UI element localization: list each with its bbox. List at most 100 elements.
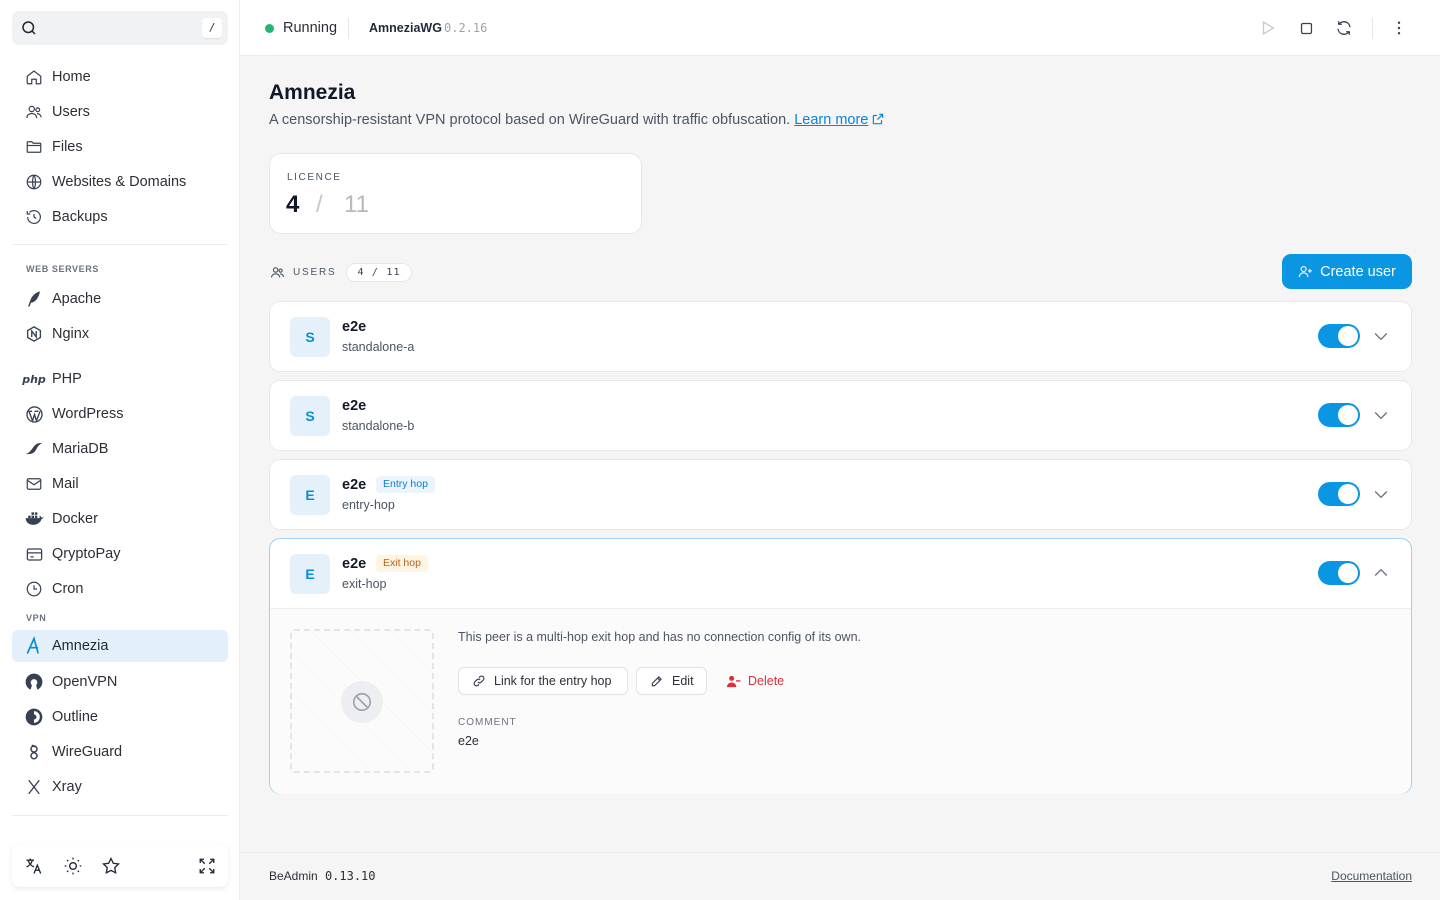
sidebar-item-label: Users <box>52 104 90 120</box>
service-version: 0.2.16 <box>444 21 488 35</box>
mariadb-icon <box>24 439 44 459</box>
enabled-toggle[interactable] <box>1318 403 1360 427</box>
search-icon <box>20 19 38 37</box>
peer-note: This peer is a multi-hop exit hop and ha… <box>458 630 862 644</box>
fullscreen-icon[interactable] <box>196 855 218 877</box>
sidebar-item-mariadb[interactable]: MariaDB <box>12 433 228 465</box>
footer-brand: BeAdmin 0.13.10 <box>269 869 376 883</box>
entry-hop-link-button[interactable]: Link for the entry hop <box>458 667 628 695</box>
page-title: Amnezia <box>269 81 356 104</box>
star-icon[interactable] <box>100 855 122 877</box>
chevron-up-icon[interactable] <box>1371 563 1391 583</box>
sidebar-item-php[interactable]: php PHP <box>12 363 228 395</box>
restart-icon[interactable] <box>1333 17 1355 39</box>
sidebar-item-apache[interactable]: Apache <box>12 283 228 315</box>
licence-card: LICENCE 4 / 11 <box>269 153 642 234</box>
home-icon <box>24 67 44 87</box>
sidebar-divider <box>12 244 228 245</box>
sidebar-item-label: QryptoPay <box>52 546 121 562</box>
user-card[interactable]: E e2e Entry hop entry-hop <box>269 459 1412 530</box>
section-web-servers: WEB SERVERS <box>26 264 99 274</box>
sidebar-item-users[interactable]: Users <box>12 96 228 128</box>
play-icon[interactable] <box>1257 17 1279 39</box>
sidebar-item-qryptopay[interactable]: QryptoPay <box>12 538 228 570</box>
sidebar-item-cron[interactable]: Cron <box>12 573 228 605</box>
qr-placeholder <box>290 629 434 773</box>
more-icon[interactable] <box>1388 17 1410 39</box>
user-name: e2e <box>342 398 367 414</box>
history-icon <box>24 207 44 227</box>
sidebar-item-openvpn[interactable]: OpenVPN <box>12 666 228 698</box>
sidebar-item-label: WordPress <box>52 406 124 422</box>
docker-icon <box>24 509 44 529</box>
sidebar-item-amnezia[interactable]: Amnezia <box>12 630 228 662</box>
users-count-badge: 4 / 11 <box>346 262 412 282</box>
brand-name: BeAdmin <box>269 869 318 883</box>
stop-icon[interactable] <box>1295 17 1317 39</box>
enabled-toggle[interactable] <box>1318 561 1360 585</box>
clock-icon <box>24 579 44 599</box>
hop-tag: Exit hop <box>376 555 428 572</box>
user-subtitle: standalone-b <box>342 419 415 433</box>
licence-max: 11 <box>344 191 369 218</box>
sidebar-item-label: WireGuard <box>52 744 123 760</box>
chevron-down-icon[interactable] <box>1371 405 1391 425</box>
sidebar-item-label: Xray <box>52 779 82 795</box>
sidebar-item-xray[interactable]: Xray <box>12 771 228 803</box>
sidebar-item-wordpress[interactable]: WordPress <box>12 398 228 430</box>
sidebar-item-outline[interactable]: Outline <box>12 701 228 733</box>
service-name: AmneziaWG <box>369 21 442 35</box>
status-indicator <box>265 24 274 33</box>
translate-icon[interactable] <box>23 855 45 877</box>
section-vpn: VPN <box>26 613 47 623</box>
top-bar: Running AmneziaWG 0.2.16 <box>240 0 1440 56</box>
user-card[interactable]: S e2e standalone-a <box>269 301 1412 372</box>
enabled-toggle[interactable] <box>1318 324 1360 348</box>
user-card-expanded[interactable]: E e2e Exit hop exit-hop This peer is a m… <box>269 538 1412 794</box>
sidebar-item-backups[interactable]: Backups <box>12 201 228 233</box>
sidebar-item-mail[interactable]: Mail <box>12 468 228 500</box>
create-user-button[interactable]: Create user <box>1282 254 1412 289</box>
user-card[interactable]: S e2e standalone-b <box>269 380 1412 451</box>
sidebar-item-label: Apache <box>52 291 102 307</box>
avatar: E <box>290 475 330 515</box>
delete-button[interactable]: Delete <box>726 667 784 695</box>
sidebar-item-label: OpenVPN <box>52 674 118 690</box>
outline-icon <box>24 707 44 727</box>
hop-tag: Entry hop <box>376 476 435 493</box>
user-name: e2e <box>342 319 367 335</box>
sidebar-item-docker[interactable]: Docker <box>12 503 228 535</box>
divider <box>1372 18 1373 39</box>
documentation-link[interactable]: Documentation <box>1331 869 1412 883</box>
chevron-down-icon[interactable] <box>1371 326 1391 346</box>
sidebar-item-home[interactable]: Home <box>12 61 228 93</box>
card-icon <box>24 544 44 564</box>
search-shortcut: / <box>202 18 222 38</box>
sidebar-divider <box>12 815 228 816</box>
users-icon <box>270 265 285 280</box>
avatar: S <box>290 396 330 436</box>
licence-used: 4 <box>286 191 300 218</box>
footer: BeAdmin 0.13.10 Documentation <box>240 852 1440 900</box>
external-link-icon <box>871 112 885 126</box>
amnezia-icon <box>24 636 44 656</box>
create-user-label: Create user <box>1320 263 1396 280</box>
theme-icon[interactable] <box>62 855 84 877</box>
sidebar-item-websites[interactable]: Websites & Domains <box>12 166 228 198</box>
users-icon <box>24 102 44 122</box>
edit-icon <box>637 674 672 688</box>
app-version: 0.13.10 <box>324 869 376 883</box>
sidebar-item-label: Files <box>52 139 83 155</box>
sidebar-item-wireguard[interactable]: WireGuard <box>12 736 228 768</box>
user-subtitle: exit-hop <box>342 577 387 591</box>
enabled-toggle[interactable] <box>1318 482 1360 506</box>
edit-button[interactable]: Edit <box>636 667 707 695</box>
divider <box>348 18 349 39</box>
sidebar-item-files[interactable]: Files <box>12 131 228 163</box>
search-input[interactable]: / <box>12 11 228 45</box>
chevron-down-icon[interactable] <box>1371 484 1391 504</box>
globe-icon <box>24 172 44 192</box>
user-subtitle: standalone-a <box>342 340 415 354</box>
sidebar-item-nginx[interactable]: Nginx <box>12 318 228 350</box>
learn-more-link[interactable]: Learn more <box>794 112 868 128</box>
